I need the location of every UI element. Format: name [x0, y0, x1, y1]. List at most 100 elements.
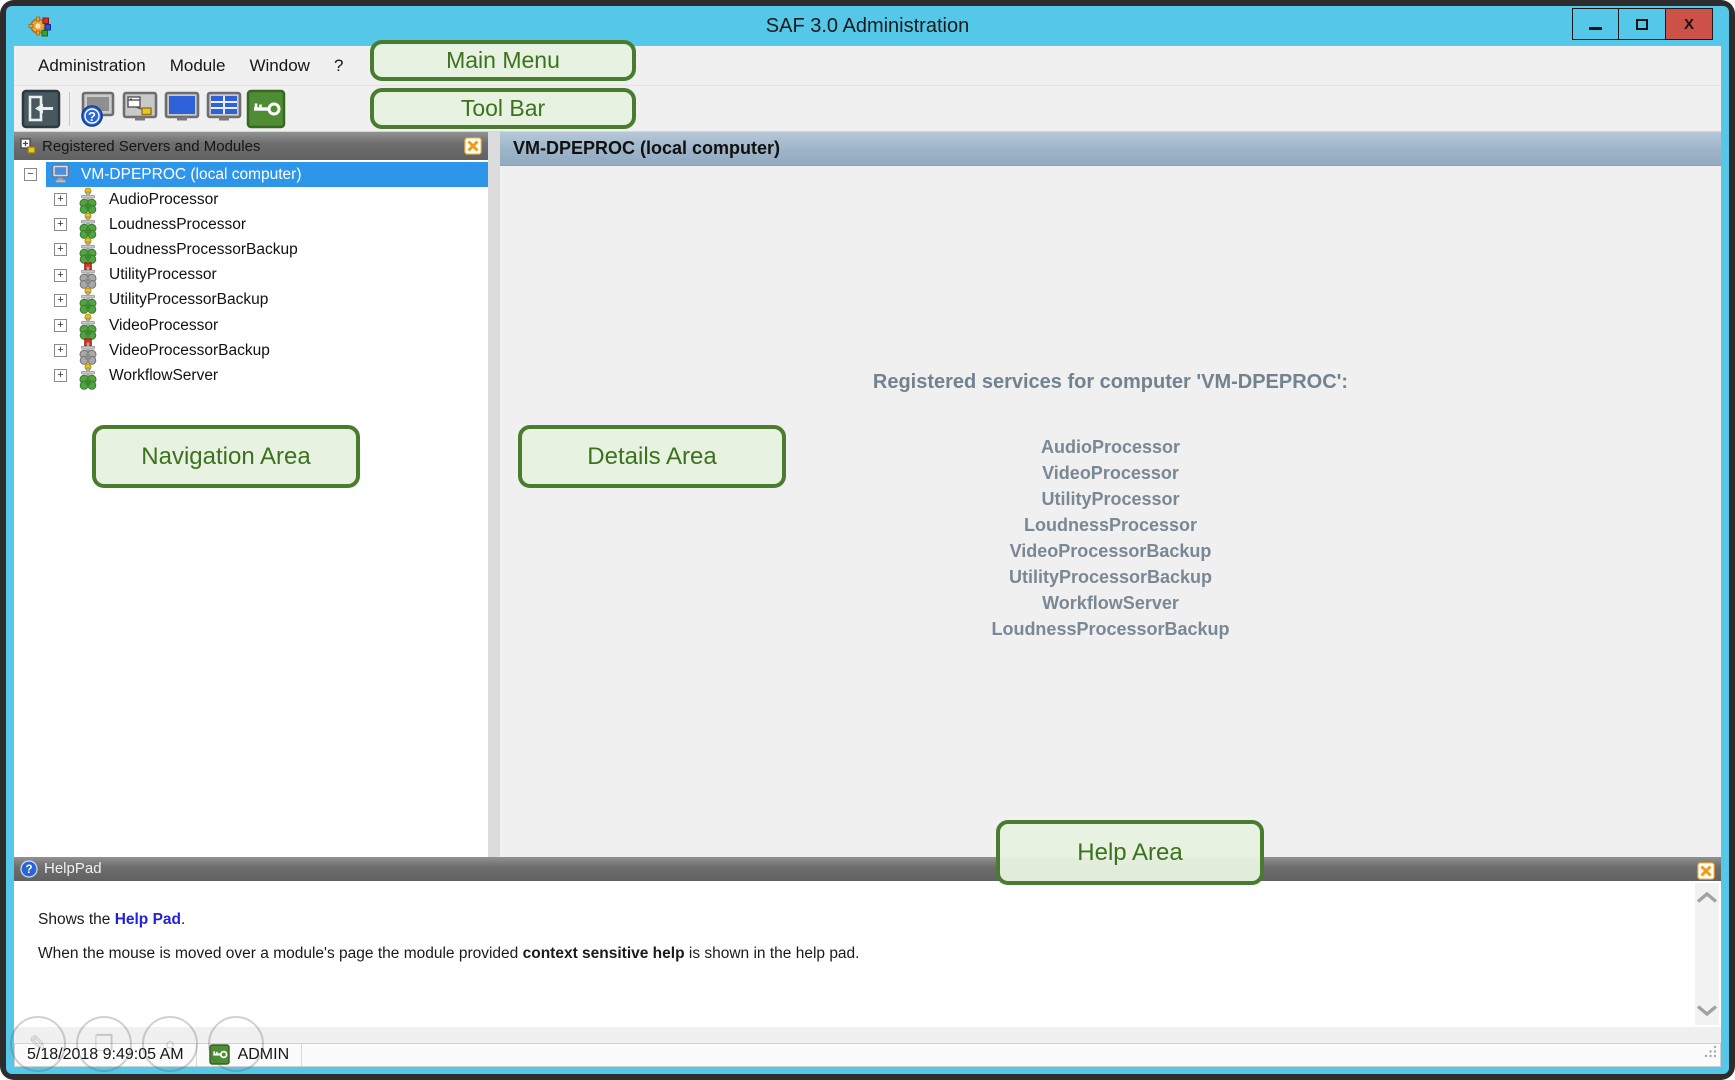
tree-node-label: VideoProcessorBackup [109, 342, 270, 360]
helppad-toggle-icon: ? [78, 89, 118, 129]
server-tree: − VM-DPEPROC (local computer) [14, 160, 488, 857]
watermark-circle: ⌕ [142, 1016, 198, 1072]
tree-node-label: AudioProcessor [109, 191, 218, 209]
helppad-content: Shows the Help Pad. When the mouse is mo… [14, 881, 1721, 1027]
tree-node-server[interactable]: − VM-DPEPROC (local computer) [14, 162, 488, 187]
svg-text:?: ? [25, 864, 32, 876]
expand-icon[interactable]: + [54, 319, 67, 332]
app-gear-icon [28, 14, 52, 38]
help-line-2: When the mouse is moved over a module's … [38, 945, 1661, 963]
module-gear-icon [76, 338, 100, 364]
help-pad-link[interactable]: Help Pad [115, 911, 181, 928]
module-gear-icon [76, 363, 100, 389]
login-key-button[interactable] [245, 88, 287, 130]
tree-node-module[interactable]: + LoudnessProcessorBackup [14, 237, 488, 262]
help-text: Shows the [38, 911, 115, 928]
menu-bar: AdministrationModuleWindow? [14, 46, 1721, 86]
window-title: SAF 3.0 Administration [766, 15, 969, 38]
helppad-header: ? HelpPad [14, 857, 1721, 881]
helppad-toggle-button[interactable]: ? [77, 88, 119, 130]
tree-node-module[interactable]: + UtilityProcessor [14, 263, 488, 288]
help-line-1: Shows the Help Pad. [38, 911, 1661, 929]
close-button[interactable]: X [1666, 8, 1713, 40]
watermark-circle [208, 1016, 264, 1072]
navigation-panel-title: Registered Servers and Modules [42, 138, 260, 155]
tree-node-label: UtilityProcessor [109, 266, 217, 284]
tree-node-module[interactable]: + VideoProcessor [14, 313, 488, 338]
tree-node-module[interactable]: + LoudnessProcessor [14, 212, 488, 237]
module-gear-icon [76, 262, 100, 288]
computer-icon [51, 164, 73, 185]
callout-help-area: Help Area [996, 820, 1264, 885]
grid-view-icon [204, 89, 244, 129]
callout-navigation-area: Navigation Area [92, 425, 360, 488]
toolbar: ? [14, 86, 1721, 132]
titlebar: SAF 3.0 Administration X [6, 6, 1729, 46]
expand-icon[interactable]: + [54, 369, 67, 382]
minimize-icon [1589, 27, 1602, 30]
service-name: WorkflowServer [500, 590, 1721, 616]
module-gear-icon [76, 237, 100, 263]
status-bar: 5/18/2018 9:49:05 AM ADMIN [14, 1043, 1721, 1067]
help-scrollbar[interactable] [1695, 883, 1719, 1025]
navigation-pane-icon [120, 89, 160, 129]
registered-services-heading: Registered services for computer 'VM-DPE… [500, 371, 1721, 394]
app-window: SAF 3.0 Administration X AdministrationM… [6, 6, 1729, 1074]
help-text: When the mouse is moved over a module's … [38, 945, 523, 962]
watermark-circle: ✎ [10, 1016, 66, 1072]
resize-grip[interactable] [1703, 1044, 1718, 1064]
scroll-down-icon[interactable] [1695, 1004, 1719, 1017]
expand-icon[interactable]: + [54, 344, 67, 357]
tree-node-label: VideoProcessor [109, 317, 218, 335]
navigation-pane-button[interactable] [119, 88, 161, 130]
main-area: Registered Servers and Modules − [14, 132, 1721, 857]
tree-node-label: WorkflowServer [109, 367, 218, 385]
svg-text:?: ? [88, 109, 96, 124]
expand-icon[interactable]: + [54, 294, 67, 307]
expand-icon[interactable]: + [54, 218, 67, 231]
helppad-title: HelpPad [44, 860, 102, 877]
helppad-panel: ? HelpPad Shows the Help Pad. [14, 857, 1721, 1067]
maximize-icon [1636, 19, 1648, 30]
help-icon: ? [20, 860, 38, 878]
tree-node-module[interactable]: + VideoProcessorBackup [14, 338, 488, 363]
panel-splitter[interactable] [488, 132, 500, 857]
helppad-close-icon[interactable] [1697, 862, 1715, 880]
details-panel-header: VM-DPEPROC (local computer) [500, 132, 1721, 166]
window-controls: X [1572, 8, 1713, 40]
menu-item[interactable]: Module [158, 50, 238, 82]
menu-item[interactable]: ? [322, 50, 355, 82]
minimize-button[interactable] [1572, 8, 1619, 40]
details-body: Registered services for computer 'VM-DPE… [500, 166, 1721, 857]
callout-main-menu: Main Menu [370, 40, 636, 81]
exit-icon [21, 89, 61, 129]
collapse-icon[interactable]: − [24, 168, 37, 181]
tree-node-module[interactable]: + WorkflowServer [14, 363, 488, 388]
navigation-panel: Registered Servers and Modules − [14, 132, 488, 857]
service-name: LoudnessProcessorBackup [500, 616, 1721, 642]
maximize-button[interactable] [1619, 8, 1666, 40]
expand-icon[interactable]: + [54, 269, 67, 282]
selected-row-highlight: VM-DPEPROC (local computer) [46, 162, 488, 187]
expand-icon[interactable]: + [54, 243, 67, 256]
tree-node-module[interactable]: + UtilityProcessorBackup [14, 288, 488, 313]
tree-node-label: UtilityProcessorBackup [109, 291, 268, 309]
help-text: . [181, 911, 185, 928]
login-key-icon [246, 89, 286, 129]
details-pane-button[interactable] [161, 88, 203, 130]
menu-item[interactable]: Window [237, 50, 321, 82]
grid-view-button[interactable] [203, 88, 245, 130]
expand-icon[interactable]: + [54, 193, 67, 206]
navigation-close-icon[interactable] [464, 137, 482, 155]
scroll-up-icon[interactable] [1695, 891, 1719, 904]
toolbar-separator [69, 92, 70, 126]
exit-button[interactable] [20, 88, 62, 130]
module-gear-icon [76, 313, 100, 339]
tree-node-module[interactable]: + AudioProcessor [14, 187, 488, 212]
callout-details-area: Details Area [518, 425, 786, 488]
menu-item[interactable]: Administration [26, 50, 158, 82]
service-name: LoudnessProcessor [500, 512, 1721, 538]
module-gear-icon [76, 187, 100, 213]
details-pane-icon [162, 89, 202, 129]
help-text: is shown in the help pad. [685, 945, 860, 962]
